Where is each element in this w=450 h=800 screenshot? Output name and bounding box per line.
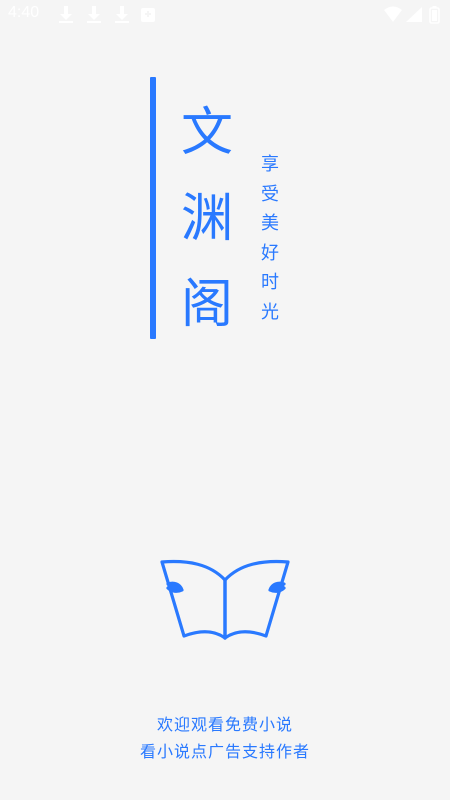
slogan-char: 美 bbox=[261, 213, 279, 234]
slogan-char: 时 bbox=[261, 272, 279, 293]
wifi-icon bbox=[384, 6, 402, 22]
notification-icon bbox=[141, 8, 155, 22]
slogan-char: 好 bbox=[261, 242, 279, 264]
splash-accent-bar bbox=[150, 77, 156, 339]
app-title: 文 渊 阁 bbox=[172, 90, 242, 348]
footer-welcome-text: 欢迎观看免费小说 bbox=[156, 715, 293, 734]
app-title-char: 渊 bbox=[180, 189, 233, 249]
slogan-char: 光 bbox=[261, 301, 279, 323]
app-title-char: 阁 bbox=[180, 275, 233, 335]
slogan-char: 受 bbox=[261, 183, 279, 205]
slogan-char: 享 bbox=[261, 154, 279, 175]
signal-icon bbox=[406, 7, 422, 22]
battery-icon bbox=[429, 6, 440, 24]
app-title-char: 文 bbox=[180, 103, 233, 163]
open-book-icon bbox=[160, 559, 290, 640]
status-time: 4:40 bbox=[8, 4, 40, 21]
download-icon bbox=[87, 6, 101, 23]
slogan: 享 受 美 好 时 光 bbox=[258, 150, 282, 327]
status-bar: 4:40 bbox=[0, 0, 450, 30]
status-right-icons bbox=[384, 5, 442, 25]
footer-support-text: 看小说点广告支持作者 bbox=[139, 742, 310, 761]
download-icon bbox=[115, 6, 129, 23]
download-icon bbox=[59, 6, 73, 23]
